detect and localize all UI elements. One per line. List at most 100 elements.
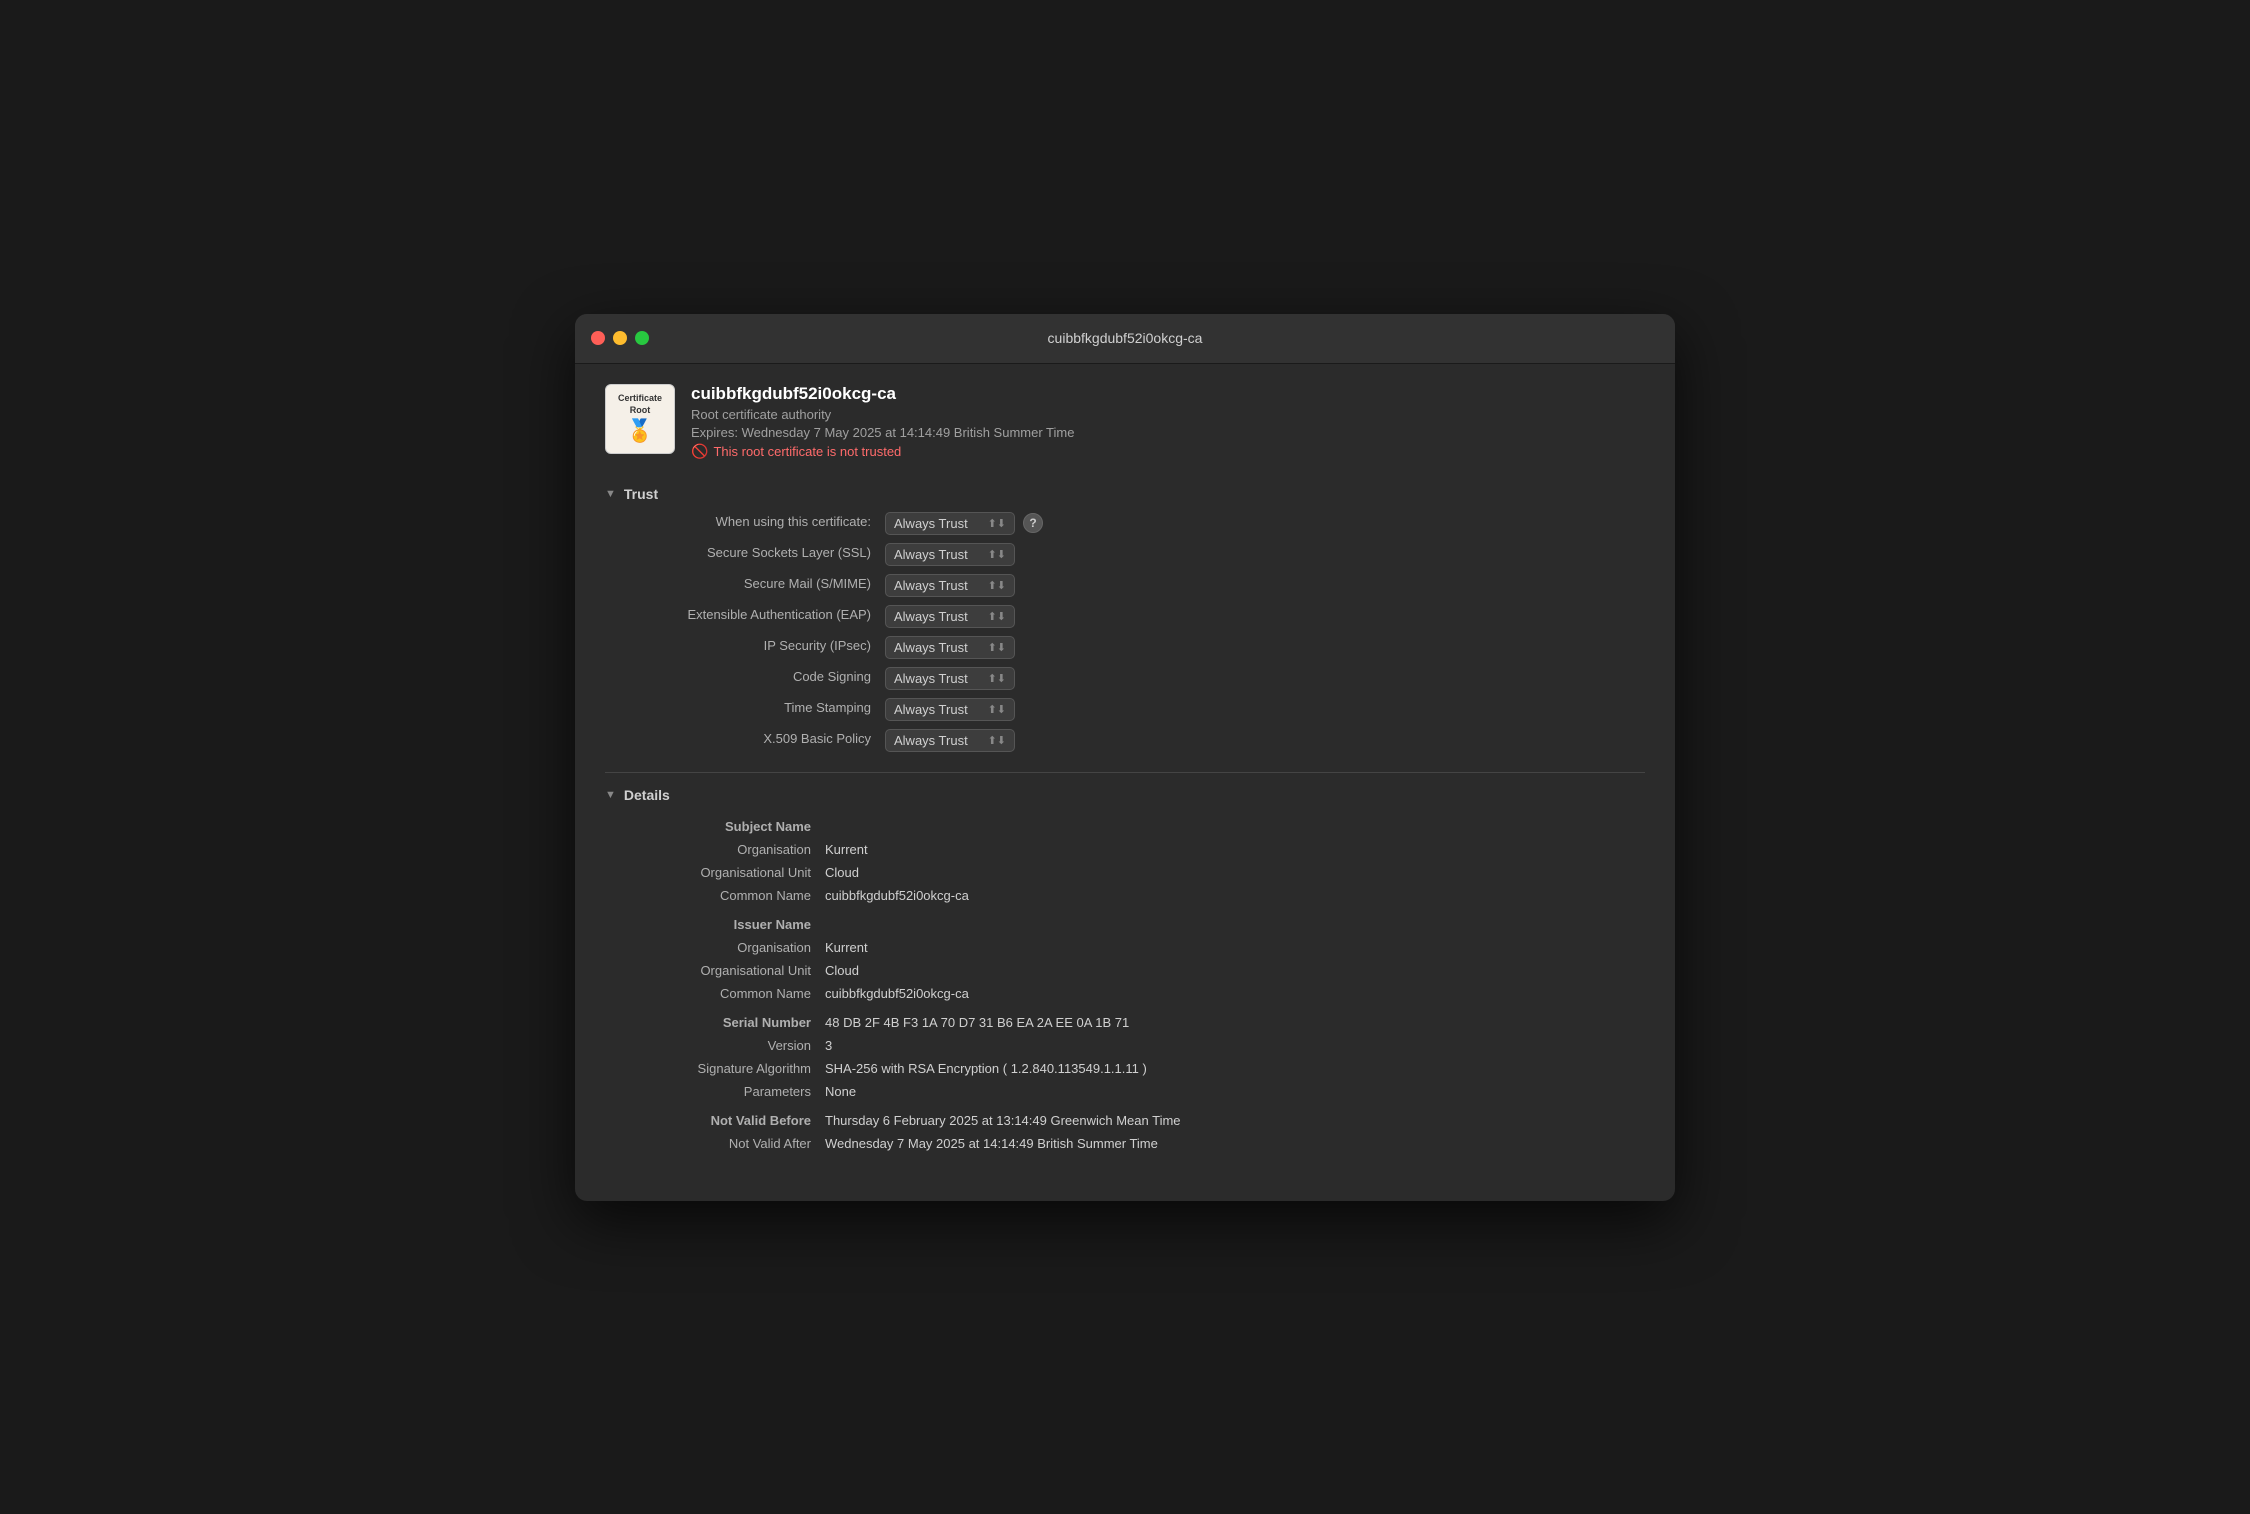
not-valid-before-label: Not Valid Before [625,1103,825,1132]
ssl-dropdown-text: Always Trust [894,547,968,562]
subject-orgunit-value: Cloud [825,861,1645,884]
ipsec-value: Always Trust ⬆⬇ [885,632,1645,663]
codesign-dropdown-text: Always Trust [894,671,968,686]
trust-chevron-icon: ▼ [605,488,616,500]
smime-dropdown[interactable]: Always Trust ⬆⬇ [885,574,1015,597]
subject-org-label: Organisation [625,838,825,861]
details-section-label: Details [624,787,670,803]
cert-icon-seal: 🏅 [626,418,653,444]
issuer-org-value: Kurrent [825,936,1645,959]
eap-dropdown-text: Always Trust [894,609,968,624]
x509-dropdown[interactable]: Always Trust ⬆⬇ [885,729,1015,752]
details-section-header[interactable]: ▼ Details [605,781,1645,809]
cert-icon-text: CertificateRoot [618,393,662,416]
ipsec-label: IP Security (IPsec) [625,632,885,663]
version-label: Version [625,1034,825,1057]
smime-dropdown-text: Always Trust [894,578,968,593]
codesign-dropdown[interactable]: Always Trust ⬆⬇ [885,667,1015,690]
ipsec-dropdown[interactable]: Always Trust ⬆⬇ [885,636,1015,659]
details-section: ▼ Details Subject Name Organisation Kurr… [605,781,1645,1155]
content-area: CertificateRoot 🏅 cuibbfkgdubf52i0okcg-c… [575,364,1675,1201]
certificate-window: cuibbfkgdubf52i0okcg-ca CertificateRoot … [575,314,1675,1201]
warning-icon: 🚫 [691,443,708,460]
issuer-name-spacer [825,907,1645,936]
help-button[interactable]: ? [1023,513,1043,533]
ipsec-dropdown-arrow-icon: ⬆⬇ [988,641,1006,654]
timestamp-label: Time Stamping [625,694,885,725]
smime-label: Secure Mail (S/MIME) [625,570,885,601]
timestamp-dropdown-text: Always Trust [894,702,968,717]
trust-section-label: Trust [624,486,658,502]
issuer-cn-value: cuibbfkgdubf52i0okcg-ca [825,982,1645,1005]
codesign-dropdown-arrow-icon: ⬆⬇ [988,672,1006,685]
cert-header: CertificateRoot 🏅 cuibbfkgdubf52i0okcg-c… [605,384,1645,460]
traffic-lights [591,331,649,345]
eap-dropdown[interactable]: Always Trust ⬆⬇ [885,605,1015,628]
x509-dropdown-text: Always Trust [894,733,968,748]
section-divider [605,772,1645,773]
ipsec-dropdown-text: Always Trust [894,640,968,655]
subject-name-heading: Subject Name [625,809,825,838]
smime-dropdown-arrow-icon: ⬆⬇ [988,579,1006,592]
when-using-dropdown[interactable]: Always Trust ⬆⬇ [885,512,1015,535]
serial-value: 48 DB 2F 4B F3 1A 70 D7 31 B6 EA 2A EE 0… [825,1005,1645,1034]
codesign-label: Code Signing [625,663,885,694]
timestamp-dropdown[interactable]: Always Trust ⬆⬇ [885,698,1015,721]
cert-name: cuibbfkgdubf52i0okcg-ca [691,384,1074,404]
eap-label: Extensible Authentication (EAP) [625,601,885,632]
when-using-dropdown-arrow-icon: ⬆⬇ [988,517,1006,530]
trust-section-header[interactable]: ▼ Trust [605,480,1645,508]
details-grid: Subject Name Organisation Kurrent Organi… [605,809,1645,1155]
cert-warning-text: This root certificate is not trusted [713,444,901,459]
sig-algo-value: SHA-256 with RSA Encryption ( 1.2.840.11… [825,1057,1645,1080]
window-title: cuibbfkgdubf52i0okcg-ca [1048,330,1203,346]
when-using-value: Always Trust ⬆⬇ ? [885,508,1645,539]
serial-label: Serial Number [625,1005,825,1034]
issuer-org-label: Organisation [625,936,825,959]
smime-value: Always Trust ⬆⬇ [885,570,1645,601]
trust-grid: When using this certificate: Always Trus… [605,508,1645,756]
not-valid-after-value: Wednesday 7 May 2025 at 14:14:49 British… [825,1132,1645,1155]
subject-cn-label: Common Name [625,884,825,907]
timestamp-value: Always Trust ⬆⬇ [885,694,1645,725]
maximize-button[interactable] [635,331,649,345]
subject-orgunit-label: Organisational Unit [625,861,825,884]
issuer-cn-label: Common Name [625,982,825,1005]
eap-value: Always Trust ⬆⬇ [885,601,1645,632]
subject-name-spacer [825,809,1645,838]
issuer-name-heading: Issuer Name [625,907,825,936]
issuer-orgunit-value: Cloud [825,959,1645,982]
ssl-value: Always Trust ⬆⬇ [885,539,1645,570]
parameters-label: Parameters [625,1080,825,1103]
x509-label: X.509 Basic Policy [625,725,885,756]
cert-expires: Expires: Wednesday 7 May 2025 at 14:14:4… [691,425,1074,440]
ssl-dropdown[interactable]: Always Trust ⬆⬇ [885,543,1015,566]
details-chevron-icon: ▼ [605,789,616,801]
cert-type: Root certificate authority [691,407,1074,422]
issuer-orgunit-label: Organisational Unit [625,959,825,982]
trust-section: ▼ Trust When using this certificate: Alw… [605,480,1645,756]
parameters-value: None [825,1080,1645,1103]
cert-warning: 🚫 This root certificate is not trusted [691,443,1074,460]
not-valid-after-label: Not Valid After [625,1132,825,1155]
cert-icon: CertificateRoot 🏅 [605,384,675,454]
help-icon: ? [1029,516,1036,530]
titlebar: cuibbfkgdubf52i0okcg-ca [575,314,1675,364]
when-using-dropdown-text: Always Trust [894,516,968,531]
subject-org-value: Kurrent [825,838,1645,861]
not-valid-before-value: Thursday 6 February 2025 at 13:14:49 Gre… [825,1103,1645,1132]
ssl-label: Secure Sockets Layer (SSL) [625,539,885,570]
when-using-label: When using this certificate: [625,508,885,539]
ssl-dropdown-arrow-icon: ⬆⬇ [988,548,1006,561]
codesign-value: Always Trust ⬆⬇ [885,663,1645,694]
cert-info: cuibbfkgdubf52i0okcg-ca Root certificate… [691,384,1074,460]
minimize-button[interactable] [613,331,627,345]
eap-dropdown-arrow-icon: ⬆⬇ [988,610,1006,623]
close-button[interactable] [591,331,605,345]
sig-algo-label: Signature Algorithm [625,1057,825,1080]
x509-dropdown-arrow-icon: ⬆⬇ [988,734,1006,747]
version-value: 3 [825,1034,1645,1057]
timestamp-dropdown-arrow-icon: ⬆⬇ [988,703,1006,716]
x509-value: Always Trust ⬆⬇ [885,725,1645,756]
subject-cn-value: cuibbfkgdubf52i0okcg-ca [825,884,1645,907]
